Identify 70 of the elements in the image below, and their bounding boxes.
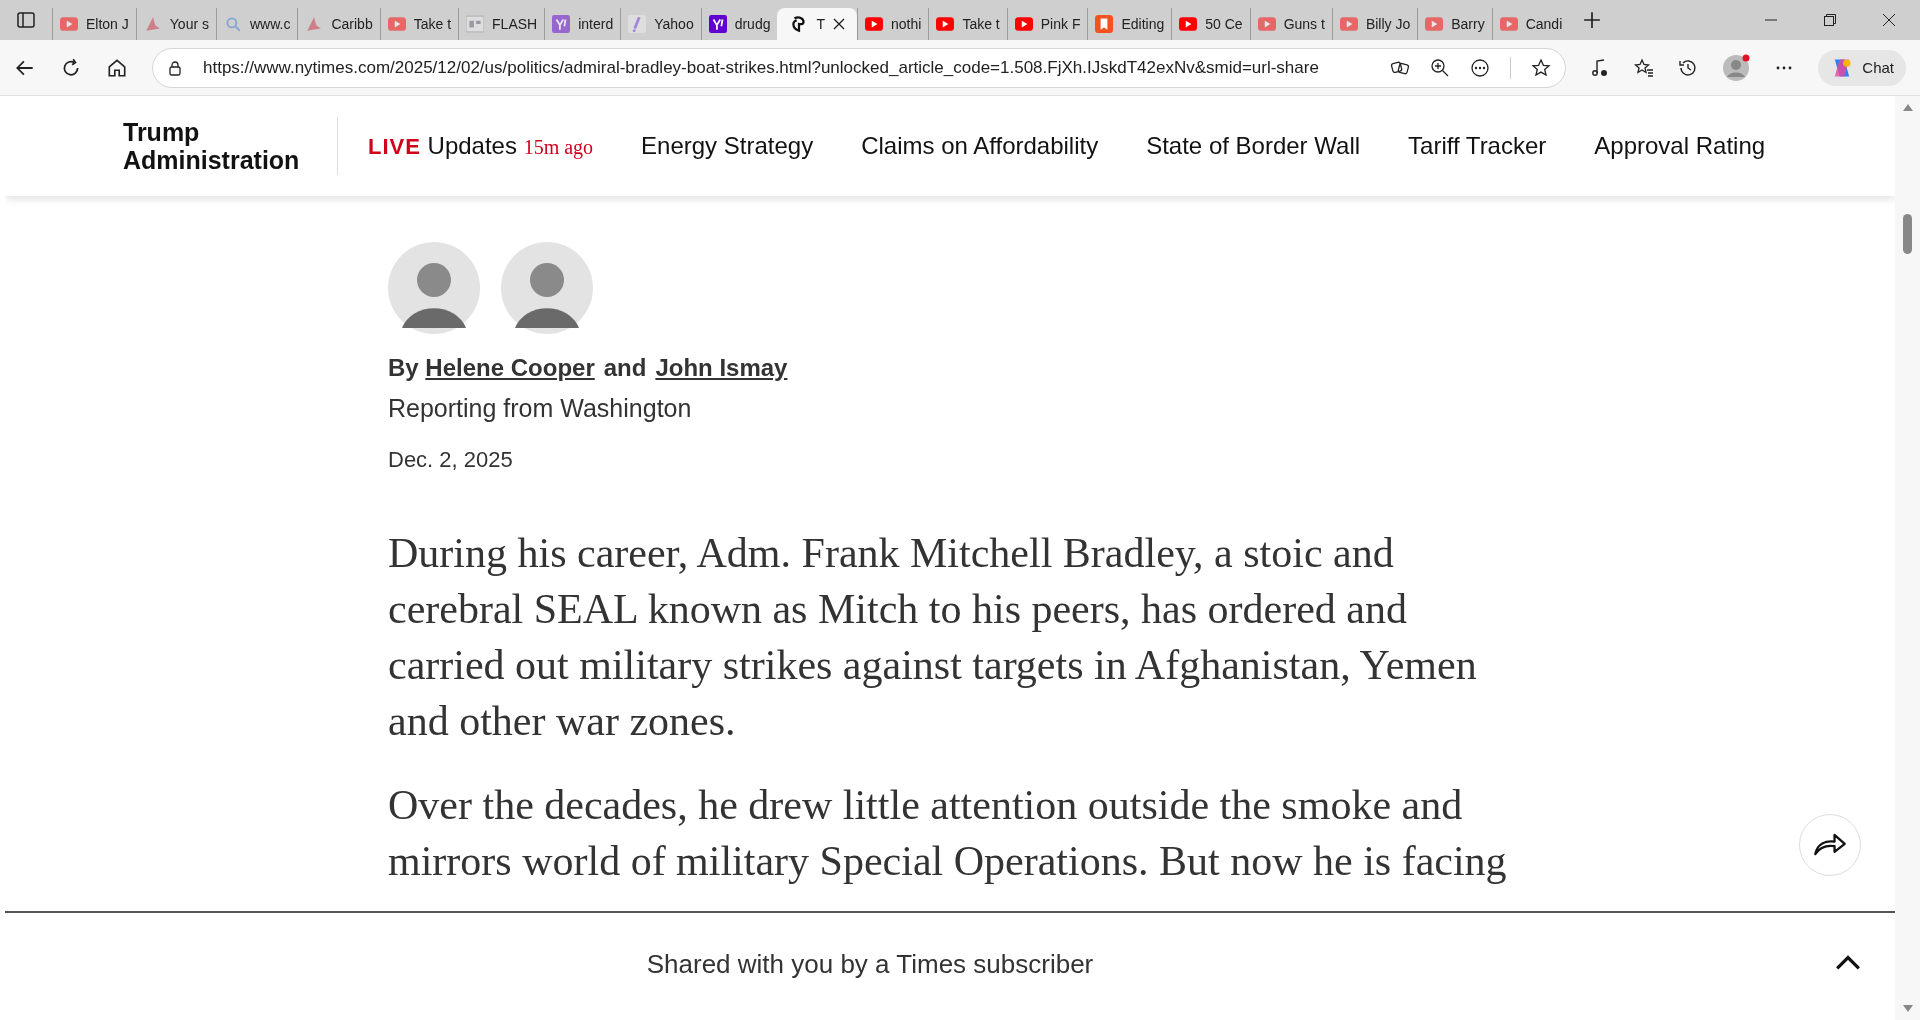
browser-tab[interactable]: Elton J [52,8,136,40]
browser-tab[interactable]: Your s [135,8,216,40]
browser-tab[interactable]: www.c [216,8,298,40]
tab-title: Caribb [331,16,373,32]
browser-tab[interactable]: Caribb [297,8,380,40]
history-icon[interactable] [1678,57,1699,78]
profile-icon[interactable] [1722,53,1751,82]
browser-tab[interactable]: Guns t [1249,8,1332,40]
article-paragraph: During his career, Adm. Frank Mitchell Bradley, a stoic and cerebral SEAL known as Mitch to his peers, has ordered and carried out military strikes against targets in Afghanistan, Yemen and other war zones. [388,529,1478,746]
tab-title: FLASH [492,16,538,32]
tab-title: Pink F [1040,16,1081,32]
chevron-up-icon[interactable] [1835,955,1861,971]
tab-title: Billy Jo [1365,16,1411,32]
publish-date: Dec. 2, 2025 [388,447,514,473]
byline: By Helene Cooper and John Ismay [388,354,789,382]
address-bar[interactable]: https://www.nytimes.com/2025/12/02/us/politics/admiral-bradley-boat-strikes.html?unlocked_article_code=1.508.FjXh.IJskdT42exNv&smid=url-share [152,47,1567,88]
close-icon[interactable] [833,18,846,30]
browser-tab[interactable]: 50 Ce [1171,8,1250,40]
tab-title: Take t [962,16,1000,32]
browser-tab[interactable]: Editing [1087,8,1172,40]
restore-icon[interactable] [1824,14,1836,26]
tab-title: 50 Ce [1205,16,1243,32]
lock-icon [167,59,183,76]
section-link[interactable]: Tariff Tracker [1408,132,1547,160]
tab-title: interd [578,16,614,32]
browser-tab[interactable]: FLASH [458,8,545,40]
browser-tab[interactable]: interd [544,8,621,40]
browser-tab[interactable]: Candi [1491,8,1570,40]
more-icon[interactable] [1470,57,1491,78]
dateline: Reporting from Washington [388,394,693,423]
browser-tab[interactable]: drudg [700,8,778,40]
zoom-icon[interactable] [1430,57,1451,78]
browser-tab[interactable]: Pink F [1006,8,1088,40]
new-tab-icon[interactable] [1583,11,1602,29]
tab-title: Your s [169,16,209,32]
tab-title: Elton J [86,16,129,32]
browser-tab[interactable]: Yahoo [620,8,701,40]
browser-tab[interactable]: Billy Jo [1331,8,1418,40]
tab-title: nothi [891,16,922,32]
section-link[interactable]: Energy Strategy [641,132,814,160]
tab-title: Barry [1451,16,1485,32]
share-notice: Shared with you by a Times subscriber [646,948,1094,980]
url-text: https://www.nytimes.com/2025/12/02/us/politics/admiral-bradley-boat-strikes.html?unlocked_article_code=1.508.FjXh.IJskdT42exNv&smid=url-share [203,57,1320,78]
browser-tab[interactable]: nothi [857,8,929,40]
browser-tab[interactable]: Take t [379,8,459,40]
browser-tab[interactable]: Take t [928,8,1007,40]
tab-actions-icon[interactable] [16,10,36,30]
close-icon[interactable] [1883,14,1895,26]
chat-button[interactable]: Chat [1818,49,1906,86]
author-link[interactable]: Helene Cooper [425,354,595,381]
tab-title: Take t [413,16,452,32]
scrollbar[interactable] [1895,96,1920,1020]
section-link[interactable]: Claims on Affordability [861,132,1099,160]
star-icon[interactable] [1531,57,1552,78]
author-link[interactable]: John Ismay [655,354,788,381]
section-link[interactable]: State of Border Wall [1146,132,1361,160]
section-title[interactable]: Trump Administration [123,118,313,174]
favorites-icon[interactable] [1634,57,1655,78]
tab-title: Yahoo [654,16,694,32]
tab-title: drudg [734,16,771,32]
tab-title: T [816,16,826,32]
browser-tab[interactable]: Barry [1417,8,1492,40]
browser-tab[interactable]: T [777,8,858,40]
tab-title: Candi [1525,16,1563,32]
live-updates-link[interactable]: LIVE Updates 15m ago [368,132,594,160]
tab-title: Guns t [1283,16,1325,32]
article-paragraph: Over the decades, he drew little attention outside the smoke and mirrors world of military Special Operations. But now he is facing [388,781,1508,886]
tab-title: Editing [1121,16,1165,32]
tab-title: www.c [250,16,291,32]
section-link[interactable]: Approval Rating [1594,132,1766,160]
